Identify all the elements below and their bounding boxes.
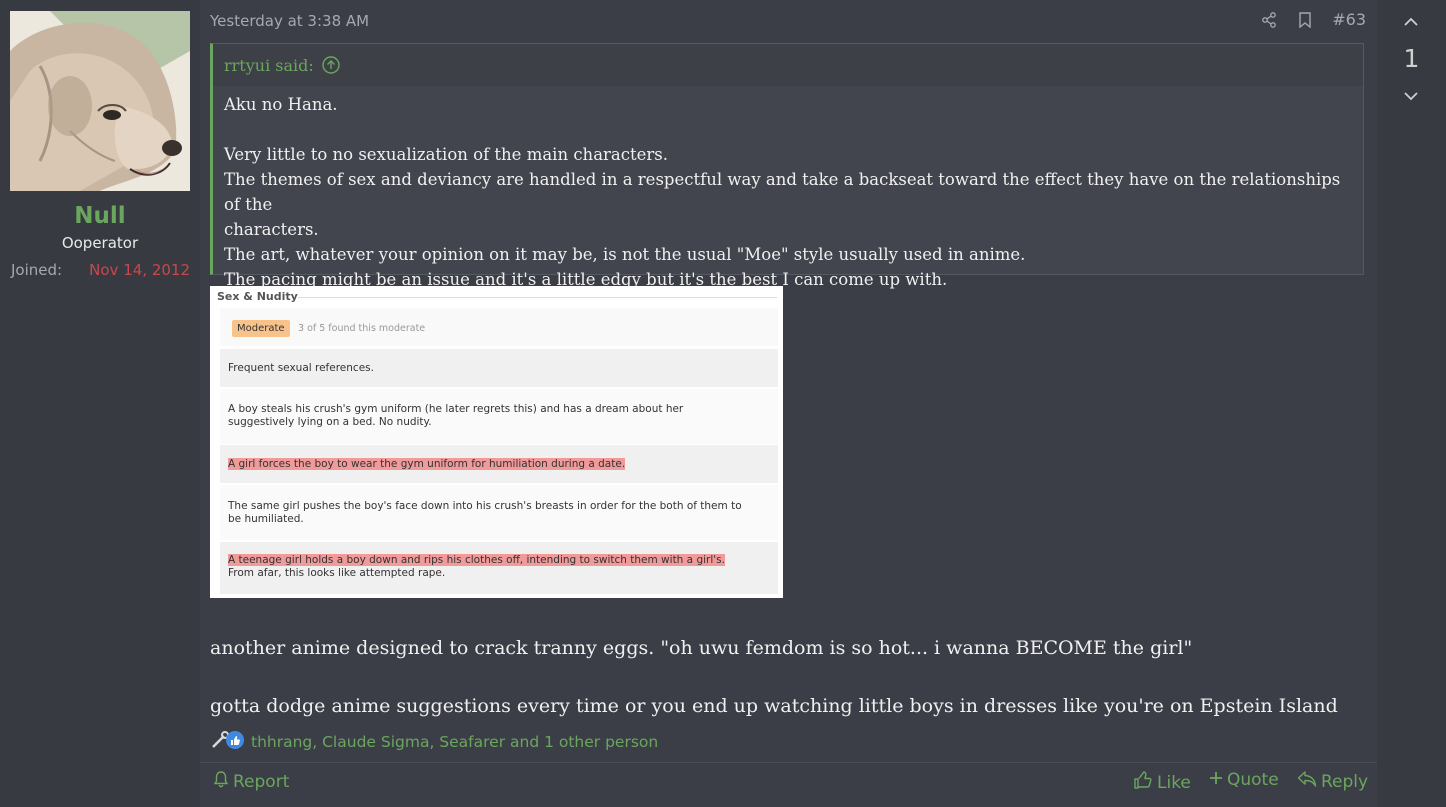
quote-line: The themes of sex and deviancy are handl… [224, 170, 1341, 214]
report-button[interactable]: Report [213, 770, 289, 793]
quote-line: The art, whatever your opinion on it may… [224, 245, 1026, 264]
user-sidebar: Null Ooperator Joined: Nov 14, 2012 [0, 0, 200, 807]
thumbs-up-icon [226, 731, 244, 753]
found-count: 3 of 5 found this moderate [298, 323, 426, 334]
vote-count: 1 [1403, 44, 1420, 73]
vote-rail: 1 [1377, 0, 1446, 807]
embedded-screenshot[interactable]: Sex & Nudity Moderate 3 of 5 found this … [210, 286, 783, 598]
screenshot-row: Frequent sexual references. [220, 349, 778, 387]
screenshot-row: A teenage girl holds a boy down and rips… [220, 542, 778, 594]
quote-body: Aku no Hana. Very little to no sexualiza… [213, 86, 1363, 292]
dog-avatar-image [10, 11, 190, 191]
bell-icon [213, 770, 229, 793]
screenshot-row: The same girl pushes the boy's face down… [220, 485, 778, 540]
like-button[interactable]: Like [1133, 770, 1191, 795]
post-number-link[interactable]: #63 [1332, 10, 1366, 29]
username[interactable]: Null [0, 203, 200, 229]
quote-line: Aku no Hana. [224, 95, 338, 114]
plus-icon [1209, 770, 1223, 790]
joined-date: Nov 14, 2012 [89, 261, 190, 279]
share-icon[interactable] [1260, 11, 1278, 29]
avatar[interactable] [10, 11, 190, 191]
reactions-bar[interactable]: thhrang, Claude Sigma, Seafarer and 1 ot… [210, 730, 658, 754]
screenshot-row: A girl forces the boy to wear the gym un… [220, 445, 778, 483]
post-date[interactable]: Yesterday at 3:38 AM [210, 12, 369, 30]
quote-author[interactable]: rrtyui said: [224, 56, 314, 75]
reactions-list[interactable]: thhrang, Claude Sigma, Seafarer and 1 ot… [251, 733, 658, 751]
reply-icon [1297, 770, 1317, 793]
post-header-actions: #63 [1260, 10, 1366, 29]
quote-line: characters. [224, 220, 319, 239]
joined-label: Joined: [11, 261, 63, 279]
moderate-badge: Moderate [232, 320, 290, 337]
user-title: Ooperator [61, 234, 139, 252]
arrow-up-circle-icon[interactable] [322, 56, 340, 74]
quote-line: Very little to no sexualization of the m… [224, 145, 668, 164]
quote-button[interactable]: Quote [1209, 770, 1279, 790]
screenshot-row: A boy steals his crush's gym uniform (he… [220, 389, 778, 444]
quote-header[interactable]: rrtyui said: [213, 44, 1363, 86]
chevron-up-icon[interactable] [1401, 12, 1421, 32]
post-content: Yesterday at 3:38 AM #63 rrtyui said: Ak… [200, 0, 1377, 807]
screenshot-title: Sex & Nudity [217, 290, 298, 303]
chevron-down-icon[interactable] [1401, 86, 1421, 106]
reply-button[interactable]: Reply [1297, 770, 1368, 793]
quote-block: rrtyui said: Aku no Hana. Very little to… [210, 43, 1364, 289]
bookmark-icon[interactable] [1296, 11, 1314, 29]
thumbs-up-icon [1133, 770, 1153, 795]
post-body-line: gotta dodge anime suggestions every time… [210, 695, 1338, 717]
post-body-line: another anime designed to crack tranny e… [210, 637, 1193, 659]
